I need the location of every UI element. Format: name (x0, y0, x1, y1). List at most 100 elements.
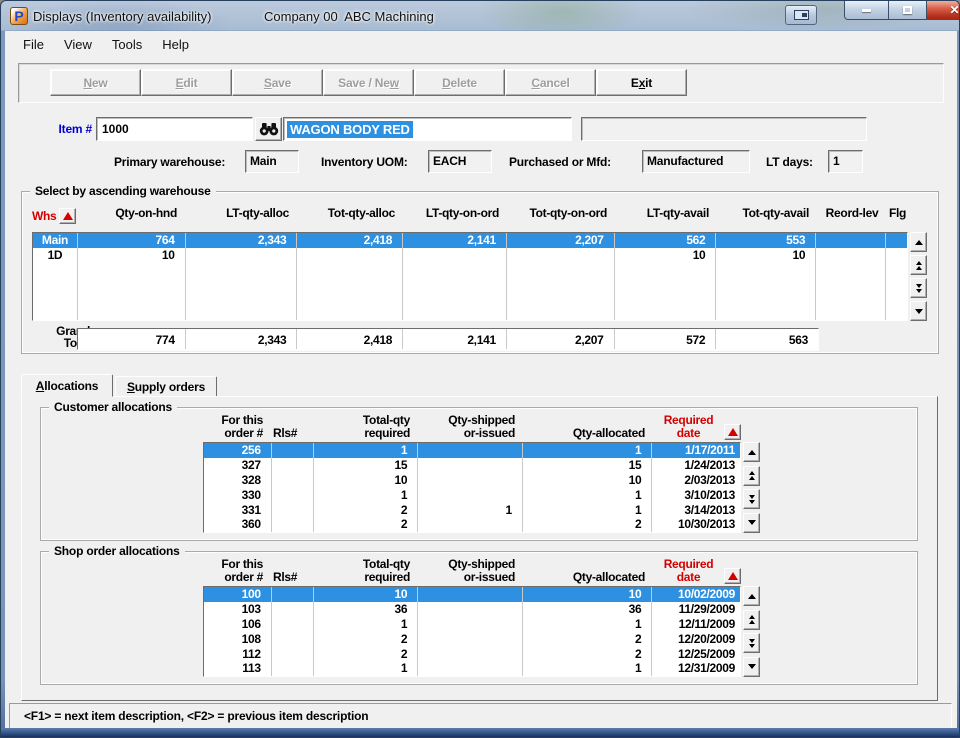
tab-supply-orders[interactable]: Supply orders (115, 376, 217, 397)
col-qty-on-hnd: Qty-on-hnd (115, 206, 177, 220)
primary-warehouse-label: Primary warehouse: (114, 155, 226, 169)
customer-allocation-row[interactable]: 327 15 15 1/24/2013 (204, 457, 740, 473)
menubar: File View Tools Help (5, 31, 957, 57)
shop-allocations-title: Shop order allocations (49, 544, 185, 558)
customer-allocations-scrollbar (743, 442, 760, 533)
arrow-down-icon (747, 664, 756, 670)
toolbar: New Edit Save Save / New Delete Cancel E… (18, 63, 944, 103)
shop-allocation-row[interactable]: 113 1 1 12/31/2009 (204, 661, 740, 676)
customer-allocation-row[interactable]: 328 10 10 2/03/2013 (204, 472, 740, 488)
col-reord-lev: Reord-lev (825, 206, 879, 220)
scroll-page-up-button[interactable] (743, 609, 760, 630)
close-button[interactable]: ✕ (926, 1, 960, 20)
scroll-down-button[interactable] (743, 656, 760, 677)
menu-view[interactable]: View (54, 34, 102, 55)
col-lt-qty-on-ord: LT-qty-on-ord (425, 206, 499, 220)
lt-days-label: LT days: (766, 155, 813, 169)
scroll-page-up-button[interactable] (743, 465, 760, 486)
scroll-up-button[interactable] (743, 442, 760, 462)
tab-allocations[interactable]: Allocations (21, 374, 113, 397)
customer-allocations-table[interactable]: 256 1 1 1/17/2011 327 15 15 1/24/2013 328 10 10 2… (203, 442, 741, 533)
empty-row (33, 262, 907, 277)
item-number-input[interactable] (96, 117, 253, 141)
scroll-page-down-button[interactable] (743, 633, 760, 654)
inventory-uom-value: EACH (428, 150, 492, 173)
status-text: <F1> = next item description, <F2> = pre… (24, 709, 369, 723)
double-arrow-down-icon (915, 283, 922, 288)
warehouse-row-main[interactable]: Main 764 2,343 2,418 2,141 2,207 562 553 (33, 233, 907, 248)
binoculars-icon (259, 123, 278, 136)
menu-help[interactable]: Help (152, 34, 199, 55)
arrow-down-icon (914, 308, 923, 314)
primary-warehouse-value: Main (245, 150, 299, 173)
exit-button[interactable]: Exit (596, 69, 687, 96)
grand-total-row: 774 2,343 2,418 2,141 2,207 572 563 (77, 328, 819, 350)
scroll-page-down-button[interactable] (910, 278, 927, 298)
shop-allocation-row[interactable]: 100 10 10 10/02/2009 (204, 587, 740, 602)
detach-window-button[interactable] (785, 5, 817, 25)
col-tot-qty-on-ord: Tot-qty-on-ord (529, 206, 607, 220)
customer-allocation-row[interactable]: 256 1 1 1/17/2011 (204, 443, 740, 458)
item-description-field[interactable]: WAGON BODY RED (283, 117, 572, 141)
menu-tools[interactable]: Tools (102, 34, 152, 55)
warehouse-table[interactable]: Main 764 2,343 2,418 2,141 2,207 562 553… (32, 232, 908, 321)
item-lookup-button[interactable] (255, 117, 282, 141)
double-arrow-down-icon (748, 638, 755, 643)
shop-allocations-header: For this order # Rls# Total-qty required Q… (203, 558, 741, 584)
app-logo-icon: P (10, 7, 28, 25)
allocations-tab-panel: Customer allocations For this order # Rls… (21, 396, 938, 701)
new-button: New (50, 69, 141, 96)
shop-allocation-row[interactable]: 103 36 36 11/29/2009 (204, 601, 740, 617)
purchased-or-mfd-label: Purchased or Mfd: (509, 155, 611, 169)
status-bar: <F1> = next item description, <F2> = pre… (9, 703, 952, 729)
arrow-down-icon (747, 520, 756, 526)
warehouse-group-title: Select by ascending warehouse (30, 184, 216, 198)
scroll-down-button[interactable] (743, 512, 760, 533)
col-tot-qty-avail: Tot-qty-avail (742, 206, 809, 220)
shop-allocations-groupbox: Shop order allocations For this order # R… (40, 544, 918, 685)
customer-allocations-groupbox: Customer allocations For this order # Rls… (40, 400, 918, 541)
maximize-button[interactable] (889, 1, 926, 20)
scroll-down-button[interactable] (910, 301, 927, 321)
shop-allocation-row[interactable]: 108 2 2 12/20/2009 (204, 631, 740, 647)
item-description-selected-text: WAGON BODY RED (287, 120, 413, 138)
scroll-up-button[interactable] (910, 232, 927, 252)
required-date-sort-button[interactable] (724, 568, 741, 584)
item-number-label: Item # (58, 122, 93, 136)
item-description2-field (581, 117, 867, 141)
col-flg: Flg (888, 206, 907, 220)
warehouse-groupbox: Select by ascending warehouse Whs Qty-on… (21, 184, 939, 354)
col-tot-qty-alloc: Tot-qty-alloc (327, 206, 396, 220)
shop-allocation-row[interactable]: 106 1 1 12/11/2009 (204, 616, 740, 632)
col-whs: Whs (32, 209, 57, 223)
cancel-button: Cancel (505, 69, 596, 96)
window-bottom-frame (1, 728, 959, 737)
menu-file[interactable]: File (13, 34, 54, 55)
minimize-button[interactable] (844, 1, 889, 20)
scroll-page-down-button[interactable] (743, 489, 760, 510)
maximize-icon (903, 6, 912, 14)
col-lt-qty-alloc: LT-qty-alloc (226, 206, 289, 220)
titlebar[interactable]: P Displays (Inventory availability) Comp… (1, 1, 959, 31)
scroll-page-up-button[interactable] (910, 255, 927, 275)
double-arrow-down-icon (748, 494, 755, 499)
minimize-icon (862, 8, 871, 12)
close-icon: ✕ (949, 3, 960, 17)
customer-allocation-row[interactable]: 331 2 1 1 3/14/2013 (204, 502, 740, 518)
window-controls: ✕ (844, 1, 960, 20)
shop-allocations-table[interactable]: 100 10 10 10/02/2009 103 36 36 11/29/2009 106 1… (203, 586, 741, 677)
sort-ascending-icon (62, 212, 73, 220)
customer-allocation-row[interactable]: 360 2 2 10/30/2013 (204, 517, 740, 532)
scroll-up-button[interactable] (743, 586, 760, 606)
shop-allocation-row[interactable]: 112 2 2 12/25/2009 (204, 646, 740, 662)
warehouse-scrollbar (910, 232, 927, 321)
customer-allocation-row[interactable]: 330 1 1 3/10/2013 (204, 487, 740, 503)
double-arrow-up-icon (748, 471, 755, 476)
arrow-up-icon (747, 449, 756, 455)
required-date-sort-button[interactable] (724, 424, 741, 440)
empty-row (33, 291, 907, 306)
client-area: File View Tools Help New Edit Save Save … (5, 31, 957, 730)
warehouse-row-1d[interactable]: 1D 10 10 10 (33, 247, 907, 263)
whs-sort-button[interactable] (59, 208, 77, 224)
sort-ascending-icon (727, 428, 738, 436)
